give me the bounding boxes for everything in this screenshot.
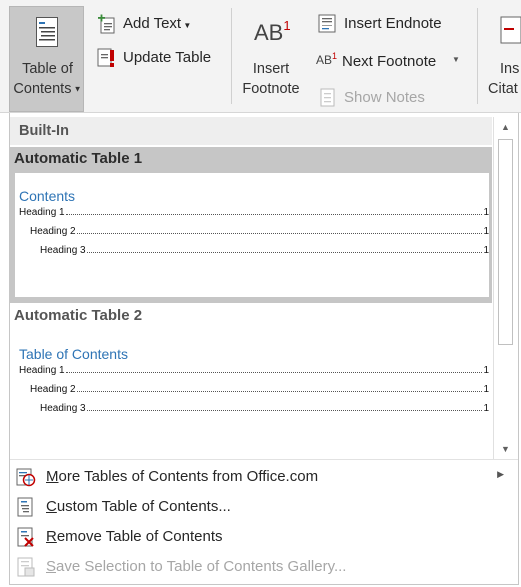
- show-notes-label: Show Notes: [344, 89, 425, 106]
- save-selection-label: Save Selection to Table of Contents Gall…: [46, 558, 347, 575]
- insert-endnote-label: Insert Endnote: [344, 15, 442, 32]
- ribbon-divider: [477, 8, 478, 104]
- gallery-scrollbar[interactable]: ▲ ▼: [493, 117, 517, 459]
- insert-footnote-icon: AB1: [254, 18, 291, 45]
- insert-citation-button[interactable]: Ins Citat: [484, 14, 521, 104]
- insert-footnote-label-line2: Footnote: [242, 81, 300, 97]
- insert-citation-label-line1: Ins: [500, 61, 520, 77]
- menu-separator: [10, 459, 518, 460]
- show-notes-icon: [320, 88, 335, 107]
- save-selection-icon: [17, 557, 35, 577]
- insert-endnote-button[interactable]: Insert Endnote: [318, 14, 443, 36]
- show-notes-button[interactable]: Show Notes: [318, 88, 438, 110]
- insert-endnote-icon: [318, 14, 336, 33]
- remove-table-of-contents-menu-item[interactable]: Remove Table of Contents: [10, 522, 518, 552]
- gallery-item-title: Automatic Table 2: [14, 307, 143, 324]
- preview-line-heading-1: Heading 11: [19, 365, 489, 376]
- toc-button-label-line2: Contents ▼: [13, 81, 82, 97]
- next-footnote-button[interactable]: AB1 Next Footnote ▼: [316, 51, 466, 74]
- scroll-up-arrow-icon[interactable]: ▲: [494, 117, 517, 137]
- chevron-down-icon: ▼: [181, 21, 192, 30]
- custom-table-of-contents-menu-item[interactable]: Custom Table of Contents...: [10, 492, 518, 522]
- chevron-down-icon[interactable]: ▼: [452, 55, 460, 64]
- gallery-item-automatic-table-2[interactable]: Automatic Table 2 Table of Contents Head…: [10, 305, 492, 459]
- preview-line-heading-1: Heading 11: [19, 207, 489, 218]
- custom-table-label: Custom Table of Contents...: [46, 498, 231, 515]
- insert-citation-icon: [500, 16, 521, 44]
- update-table-label: Update Table: [123, 49, 212, 66]
- submenu-arrow-icon: ▶: [497, 469, 504, 479]
- next-footnote-icon: AB1: [316, 51, 338, 67]
- preview-line-heading-2: Heading 21: [30, 384, 489, 395]
- chevron-down-icon: ▼: [71, 84, 82, 94]
- more-tables-label: More Tables of Contents from Office.com: [46, 468, 319, 485]
- custom-table-icon: [17, 497, 33, 517]
- gallery-item-preview: Contents Heading 11 Heading 21 Heading 3…: [15, 173, 489, 297]
- save-selection-to-gallery-menu-item[interactable]: Save Selection to Table of Contents Gall…: [10, 552, 518, 582]
- add-text-button[interactable]: Add Text ▼: [97, 14, 217, 36]
- ribbon-divider: [231, 8, 232, 104]
- preview-heading: Table of Contents: [19, 346, 128, 362]
- table-of-contents-button[interactable]: Table of Contents ▼: [9, 6, 84, 112]
- update-table-button[interactable]: Update Table: [97, 48, 222, 70]
- insert-citation-label-line2: Citat: [488, 81, 518, 97]
- next-footnote-label: Next Footnote: [342, 53, 437, 70]
- preview-line-heading-2: Heading 21: [30, 226, 489, 237]
- gallery-item-title: Automatic Table 1: [14, 150, 143, 167]
- table-of-contents-icon: [36, 17, 58, 47]
- preview-line-heading-3: Heading 31: [40, 403, 489, 414]
- gallery-item-preview: Table of Contents Heading 11 Heading 21 …: [15, 331, 489, 455]
- scroll-down-arrow-icon[interactable]: ▼: [494, 439, 517, 459]
- toc-gallery: Built-In Automatic Table 1 Contents Head…: [10, 113, 492, 459]
- references-ribbon: Table of Contents ▼ Add Text ▼ Update Ta…: [0, 0, 521, 113]
- gallery-section-header: Built-In: [10, 117, 492, 145]
- preview-heading: Contents: [19, 188, 76, 204]
- office-com-icon: [16, 468, 36, 487]
- add-text-label: Add Text ▼: [123, 15, 192, 32]
- insert-footnote-label-line1: Insert: [252, 61, 290, 77]
- gallery-item-automatic-table-1[interactable]: Automatic Table 1 Contents Heading 11 He…: [10, 147, 492, 303]
- preview-line-heading-3: Heading 31: [40, 245, 489, 256]
- remove-table-label: Remove Table of Contents: [46, 528, 223, 545]
- scrollbar-thumb[interactable]: [498, 139, 513, 345]
- add-text-icon: [98, 14, 115, 34]
- insert-footnote-button[interactable]: AB1 Insert Footnote: [236, 14, 306, 104]
- remove-table-icon: [17, 527, 34, 547]
- update-table-icon: [97, 48, 114, 67]
- table-of-contents-dropdown: Built-In Automatic Table 1 Contents Head…: [9, 113, 519, 585]
- more-tables-of-contents-menu-item[interactable]: More Tables of Contents from Office.com …: [10, 462, 518, 492]
- toc-button-label-line1: Table of: [22, 61, 73, 77]
